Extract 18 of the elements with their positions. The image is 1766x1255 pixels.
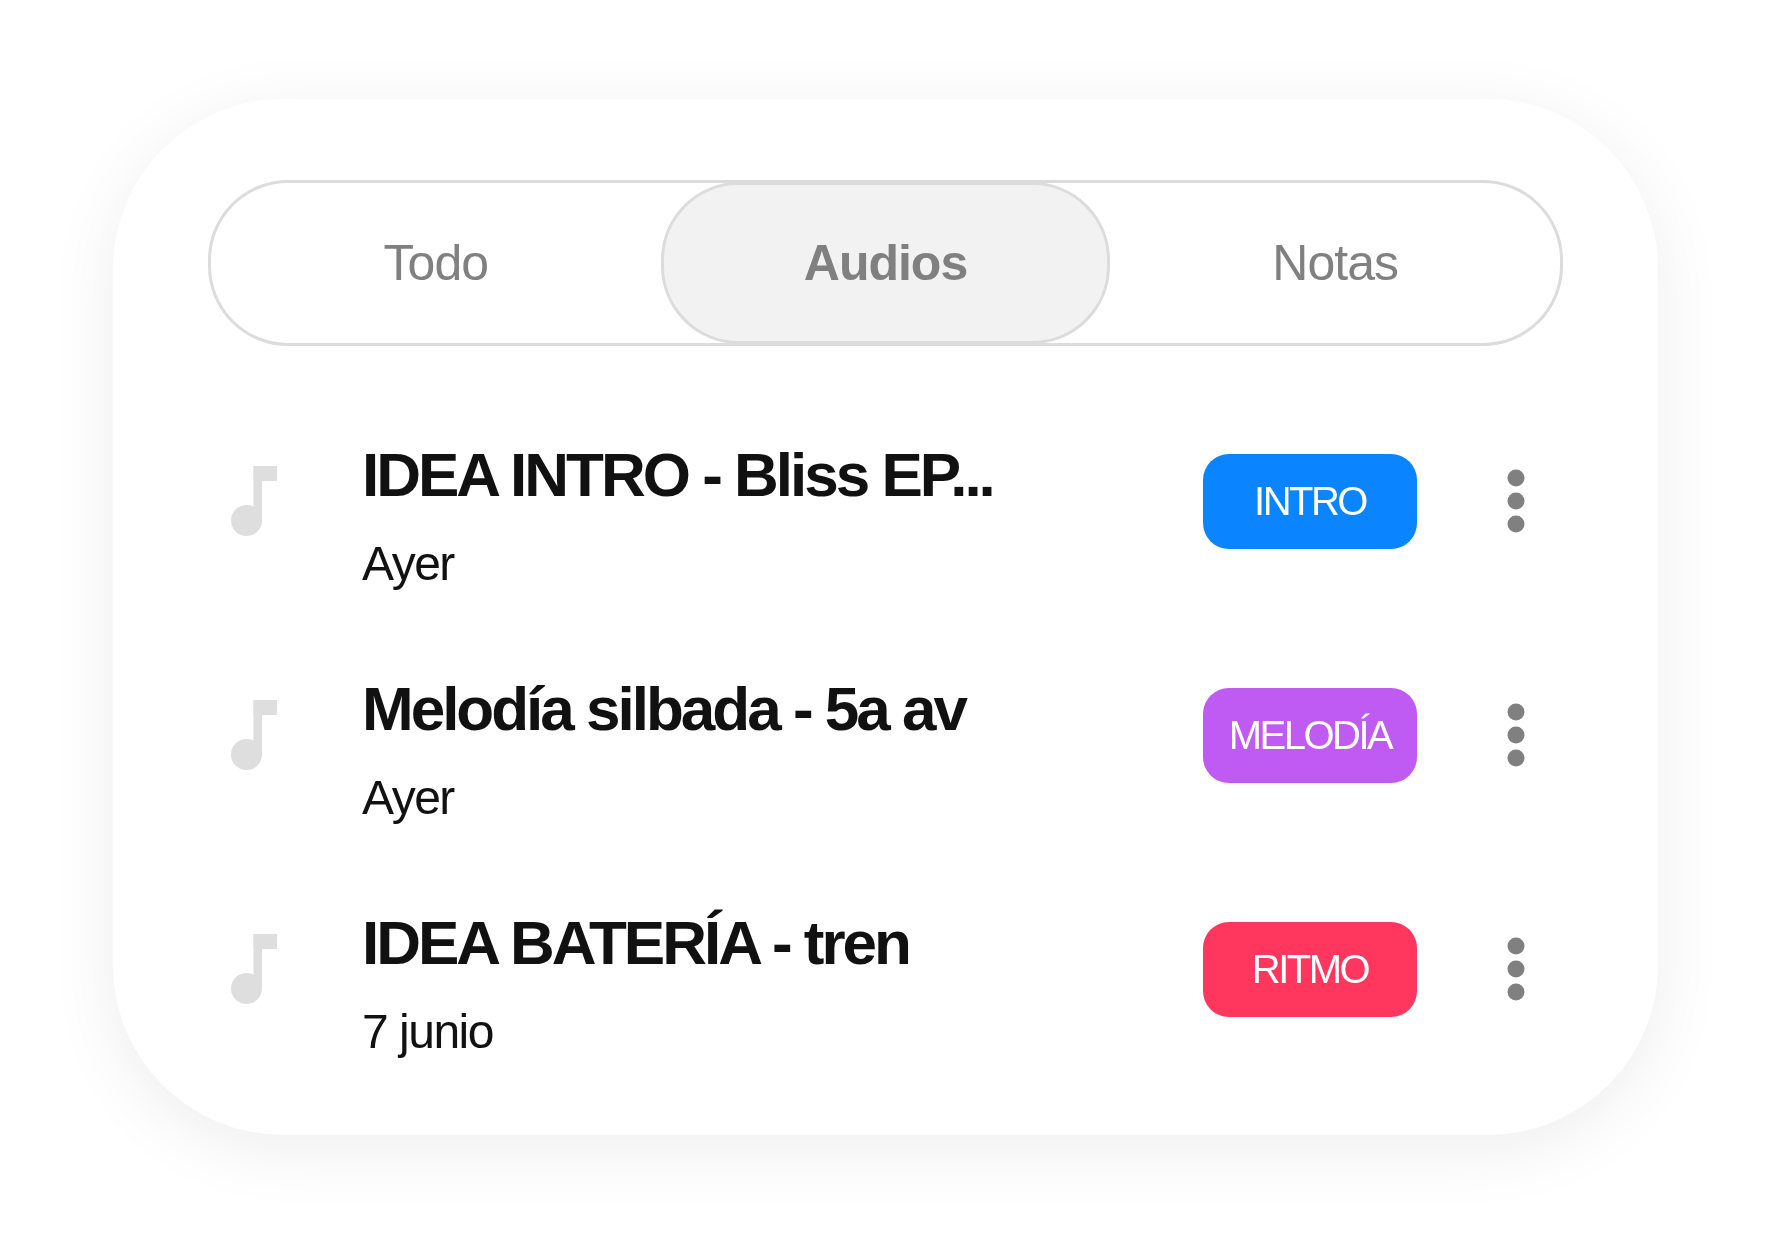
item-date: 7 junio bbox=[362, 1003, 493, 1060]
item-title: IDEA INTRO - Bliss EP... bbox=[362, 438, 993, 511]
more-options-icon[interactable] bbox=[1507, 469, 1525, 533]
tab[interactable]: Audios bbox=[660, 182, 1111, 344]
tab[interactable]: Notas bbox=[1110, 182, 1560, 344]
more-options-icon[interactable] bbox=[1507, 703, 1525, 767]
category-tag: INTRO bbox=[1203, 453, 1417, 549]
item-title: Melodía silbada - 5a av bbox=[362, 672, 965, 745]
music-note-icon bbox=[231, 700, 277, 770]
category-tag: RITMO bbox=[1203, 921, 1417, 1017]
more-options-icon[interactable] bbox=[1507, 937, 1525, 1001]
category-tag: MELODÍA bbox=[1203, 687, 1417, 783]
tab[interactable]: Todo bbox=[211, 182, 661, 344]
music-note-icon bbox=[231, 934, 277, 1004]
music-note-icon bbox=[231, 466, 277, 536]
item-title: IDEA BATERÍA - tren bbox=[362, 906, 909, 979]
item-date: Ayer bbox=[362, 535, 454, 592]
item-date: Ayer bbox=[362, 769, 454, 826]
